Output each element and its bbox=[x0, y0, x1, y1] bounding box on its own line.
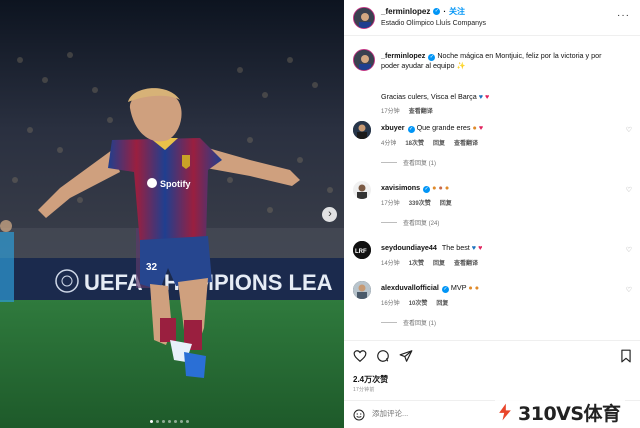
reply-link[interactable]: 回复 bbox=[436, 298, 448, 307]
photo-illustration: UEFA CHAMPIONS LEA Spotify 32 bbox=[0, 0, 344, 428]
view-replies-link[interactable]: 查看回复 (1) bbox=[381, 158, 436, 167]
slide-dot bbox=[180, 420, 183, 423]
red-heart-icon: ♥ bbox=[478, 243, 483, 252]
fire-icon: ● bbox=[474, 283, 480, 292]
comment-text: xbuyer ✓ Que grande eres ● ♥ bbox=[381, 123, 484, 133]
comment-likes[interactable]: 339次赞 bbox=[409, 198, 431, 207]
caption-text: _ferminlopez ✓ Noche mágica en Montjuic, … bbox=[381, 51, 618, 71]
comment-username[interactable]: xavisimons bbox=[381, 183, 420, 192]
caption-line-2: Gracias culers, Visca el Barça ♥ ♥ bbox=[381, 92, 490, 101]
watermark-logo-icon bbox=[499, 403, 511, 421]
post-actions: 2.4万次赞 17分钟前 bbox=[344, 340, 640, 400]
more-options-icon[interactable]: ··· bbox=[617, 10, 630, 21]
location-link[interactable]: Estadio Olímpico Lluís Companys bbox=[381, 20, 486, 27]
comment-username[interactable]: seydoundiaye44 bbox=[381, 243, 437, 252]
like-comment-icon[interactable]: ♡ bbox=[626, 186, 632, 194]
translate-link[interactable]: 查看翻译 bbox=[454, 258, 478, 267]
post-time: 17分钟前 bbox=[353, 387, 375, 393]
comment-username[interactable]: alexduvallofficial bbox=[381, 283, 439, 292]
caption-meta: 17分钟 查看翻译 bbox=[381, 106, 433, 115]
slide-dot bbox=[186, 420, 189, 423]
fire-icon: ● bbox=[468, 283, 473, 292]
avatar[interactable] bbox=[353, 7, 375, 29]
chevron-right-icon: › bbox=[328, 208, 332, 220]
like-comment-icon[interactable]: ♡ bbox=[626, 286, 632, 294]
reply-link[interactable]: 回复 bbox=[440, 198, 452, 207]
svg-text:LRF: LRF bbox=[355, 249, 367, 255]
post-header: _ferminlopez ✓ · 关注 Estadio Olímpico Llu… bbox=[344, 0, 640, 36]
slide-dot bbox=[174, 420, 177, 423]
slide-dot bbox=[162, 420, 165, 423]
avatar[interactable]: LRF bbox=[353, 241, 371, 259]
red-heart-icon: ♥ bbox=[478, 123, 484, 132]
avatar[interactable] bbox=[353, 181, 371, 199]
view-replies-link[interactable]: 查看回复 (1) bbox=[381, 318, 436, 327]
avatar[interactable] bbox=[353, 281, 371, 299]
comment-icon[interactable] bbox=[376, 349, 390, 363]
like-comment-icon[interactable]: ♡ bbox=[626, 126, 632, 134]
slide-dot bbox=[150, 420, 153, 423]
fire-icon: ● bbox=[432, 183, 437, 192]
comment-meta: 17分钟 339次赞 回复 bbox=[381, 198, 452, 207]
share-icon[interactable] bbox=[399, 349, 413, 363]
avatar[interactable] bbox=[353, 49, 375, 71]
comment-likes[interactable]: 1次赞 bbox=[409, 258, 424, 267]
watermark-text: 310VS体育 bbox=[518, 402, 621, 425]
watermark: 310VS体育 bbox=[495, 398, 625, 426]
slide-indicator bbox=[150, 420, 189, 423]
verified-icon: ✓ bbox=[407, 126, 415, 133]
comment-likes[interactable]: 10次赞 bbox=[409, 298, 428, 307]
comment-text: seydoundiaye44 The best ♥ ♥ bbox=[381, 243, 483, 252]
fire-icon: ● bbox=[472, 123, 477, 132]
like-heart-icon[interactable] bbox=[353, 349, 367, 363]
fire-icon: ● bbox=[444, 183, 450, 192]
verified-icon: ✓ bbox=[423, 186, 431, 193]
shorts-number: 32 bbox=[146, 262, 158, 273]
reply-link[interactable]: 回复 bbox=[433, 138, 445, 147]
like-comment-icon[interactable]: ♡ bbox=[626, 246, 632, 254]
like-count[interactable]: 2.4万次赞 bbox=[353, 374, 388, 385]
caption-username[interactable]: _ferminlopez bbox=[381, 51, 425, 60]
translate-link[interactable]: 查看翻译 bbox=[409, 106, 433, 115]
follow-button[interactable]: 关注 bbox=[449, 6, 465, 17]
comment-text: xavisimons ✓ ● ● ● bbox=[381, 183, 618, 193]
verified-icon: ✓ bbox=[428, 54, 436, 61]
comment-text: alexduvallofficial ✓ MVP ● ● bbox=[381, 283, 480, 293]
next-photo-button[interactable]: › bbox=[322, 207, 337, 222]
post-photo: UEFA CHAMPIONS LEA Spotify 32 › bbox=[0, 0, 344, 428]
verified-icon: ✓ bbox=[441, 286, 449, 293]
blue-heart-icon: ♥ bbox=[471, 243, 477, 252]
translate-link[interactable]: 查看翻译 bbox=[454, 138, 478, 147]
bookmark-icon[interactable] bbox=[619, 349, 633, 363]
shirt-sponsor: Spotify bbox=[160, 179, 191, 189]
comments-list: _ferminlopez ✓ Noche mágica en Montjuic, … bbox=[344, 40, 640, 340]
comment-meta: 4分钟 18次赞 回复 查看翻译 bbox=[381, 138, 478, 147]
header-user-line: _ferminlopez ✓ · 关注 bbox=[381, 6, 466, 17]
red-heart-icon: ♥ bbox=[485, 92, 490, 101]
reply-link[interactable]: 回复 bbox=[433, 258, 445, 267]
comment-likes[interactable]: 18次赞 bbox=[405, 138, 424, 147]
verified-icon: ✓ bbox=[433, 8, 441, 15]
comment-input[interactable] bbox=[372, 409, 492, 418]
emoji-icon[interactable] bbox=[353, 409, 365, 421]
post-side-panel: _ferminlopez ✓ · 关注 Estadio Olímpico Llu… bbox=[344, 0, 640, 428]
blue-heart-icon: ♥ bbox=[478, 92, 484, 101]
clap-icon: ● bbox=[438, 183, 443, 192]
comment-username[interactable]: xbuyer bbox=[381, 123, 405, 132]
avatar[interactable] bbox=[353, 121, 371, 139]
view-replies-link[interactable]: 查看回复 (24) bbox=[381, 218, 439, 227]
slide-dot bbox=[168, 420, 171, 423]
username-link[interactable]: _ferminlopez bbox=[381, 7, 430, 16]
comment-meta: 16分钟 10次赞 回复 bbox=[381, 298, 448, 307]
slide-dot bbox=[156, 420, 159, 423]
comment-meta: 14分钟 1次赞 回复 查看翻译 bbox=[381, 258, 478, 267]
